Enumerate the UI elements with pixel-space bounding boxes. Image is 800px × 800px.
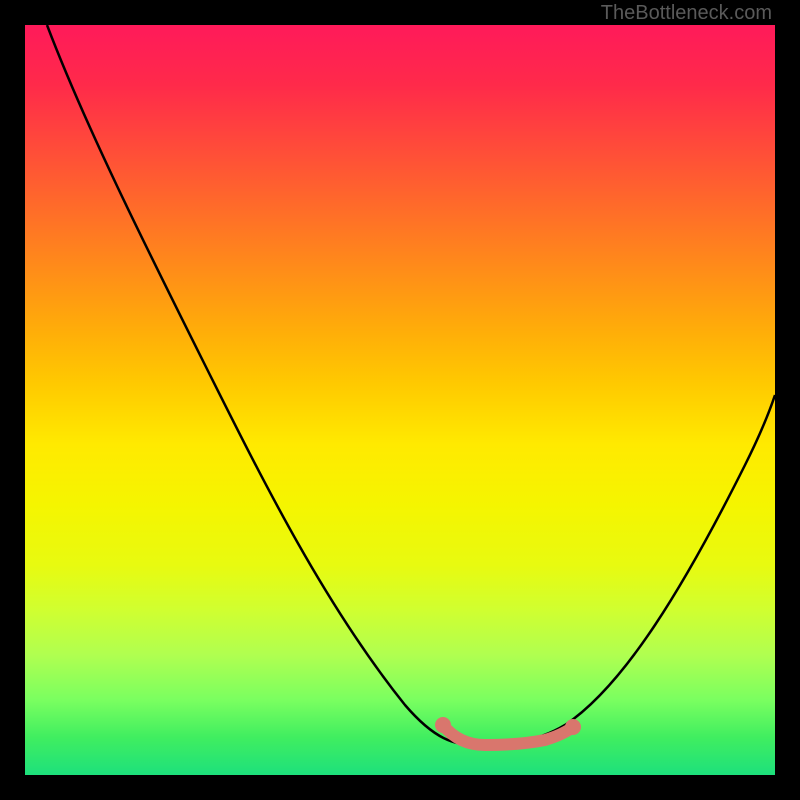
highlight-endpoint-left [435,717,451,733]
highlight-segment-path [443,725,573,745]
bottleneck-curve-path [47,25,775,745]
highlight-endpoint-right [565,719,581,735]
curve-svg [25,25,775,775]
chart-container: TheBottleneck.com [0,0,800,800]
plot-area [25,25,775,775]
watermark-text: TheBottleneck.com [601,2,772,25]
